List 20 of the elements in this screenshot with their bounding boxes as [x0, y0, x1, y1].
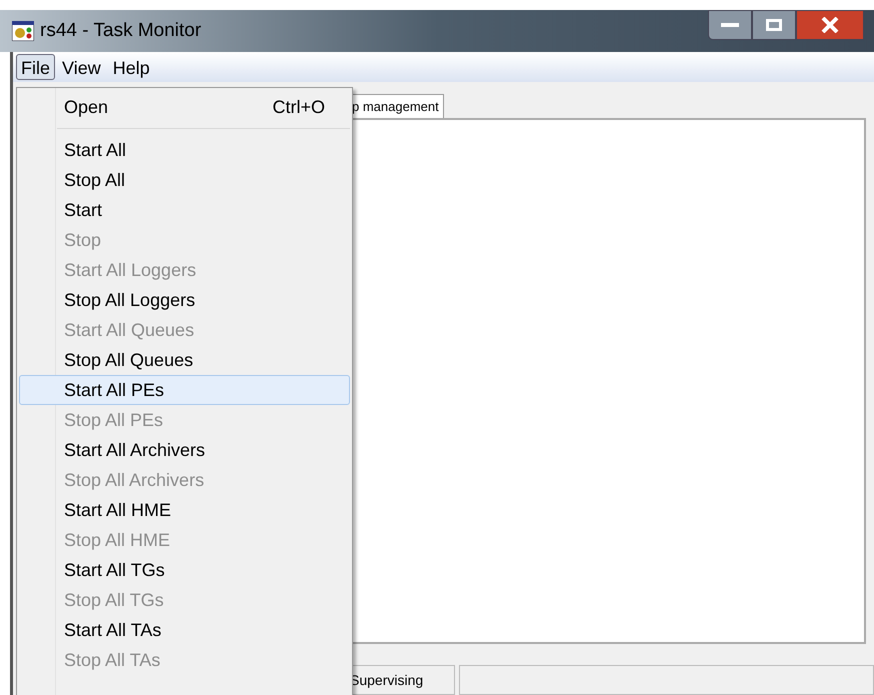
- menu-entry[interactable]: Open Ctrl+O: [19, 92, 350, 122]
- menu-entry[interactable]: Start All HME: [19, 495, 350, 525]
- menu-entry[interactable]: Start All Archivers: [19, 435, 350, 465]
- menu-item[interactable]: File: [16, 54, 56, 80]
- menu-entry[interactable]: Start All PEs: [19, 375, 350, 405]
- maximize-button[interactable]: [752, 10, 796, 40]
- menu-entry[interactable]: Start: [19, 195, 350, 225]
- window-title: rs44 - Task Monitor: [40, 18, 202, 43]
- menu-entry[interactable]: Stop All Queues: [19, 345, 350, 375]
- close-icon: [821, 17, 839, 33]
- app-icon: [12, 21, 34, 41]
- menu-entry[interactable]: Start All: [19, 135, 350, 165]
- menu-entry[interactable]: Stop All Loggers: [19, 285, 350, 315]
- menu-item[interactable]: View: [57, 54, 106, 80]
- menu-entry[interactable]: Start All TGs: [19, 555, 350, 585]
- menu-item[interactable]: Help: [108, 54, 155, 80]
- menu-entry[interactable]: Start All TAs: [19, 615, 350, 645]
- menu-entry[interactable]: Stop All: [19, 165, 350, 195]
- minimize-button[interactable]: [708, 10, 752, 40]
- close-button[interactable]: [796, 10, 864, 40]
